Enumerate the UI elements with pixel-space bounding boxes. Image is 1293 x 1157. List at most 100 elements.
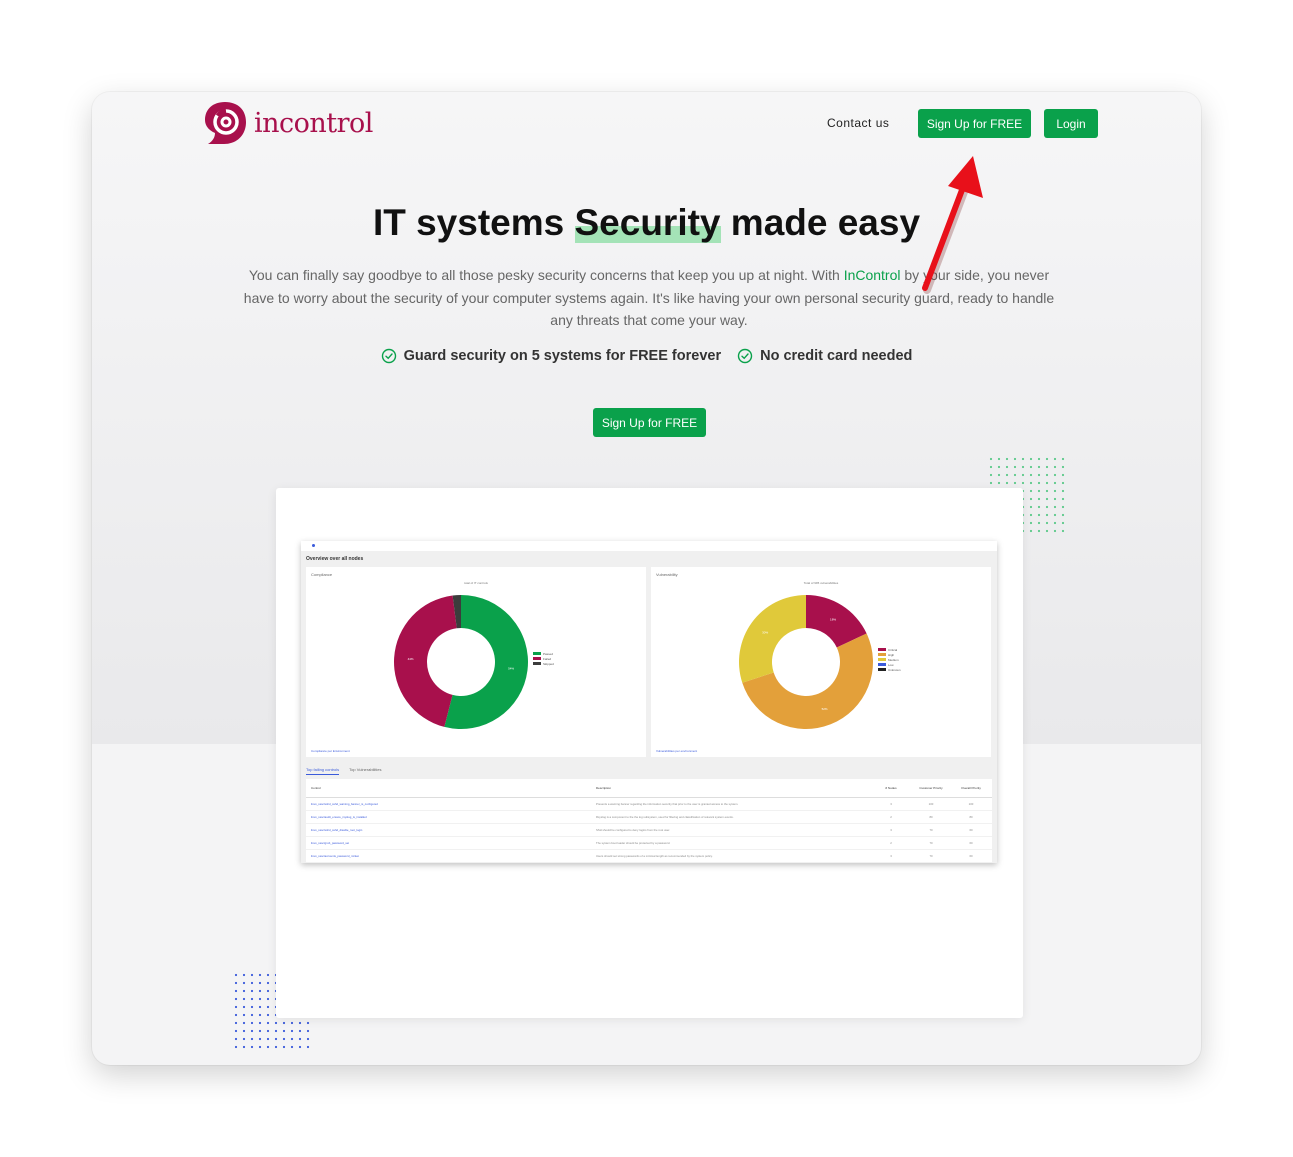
- cell-nodes: 3: [890, 828, 892, 832]
- cell-overall-priority: 60: [969, 828, 973, 832]
- pattern-dot: [290, 1037, 294, 1041]
- pattern-dot: [242, 989, 246, 993]
- cell-control[interactable]: linux_sssc/audit_ensure_rsyslog_is_insta…: [306, 815, 596, 819]
- compliance-footer-link[interactable]: Compliance per Environment: [311, 749, 350, 753]
- feature-item: No credit card needed: [737, 348, 912, 364]
- dashboard-preview: Overview over all nodes Compliance total…: [301, 541, 997, 863]
- legend-label: Passed: [543, 651, 554, 656]
- legend-swatch: [533, 652, 541, 655]
- pattern-dot: [1045, 529, 1049, 533]
- hero-desc-pre: You can finally say goodbye to all those…: [248, 267, 844, 283]
- pattern-dot: [997, 465, 1001, 469]
- check-circle-icon: [737, 348, 753, 364]
- dashboard-topbar: [301, 541, 997, 551]
- pattern-dot: [1053, 489, 1057, 493]
- cell-customer-priority: 100: [928, 802, 934, 806]
- hero-title-pre: IT systems: [372, 202, 575, 243]
- table-row[interactable]: linux_sssc/sshd_sshd_warning_banner_is_c…: [306, 798, 992, 811]
- annotation-arrow-icon: [922, 156, 983, 294]
- table-row[interactable]: linux_sssc/accounts_password_minlen User…: [306, 850, 992, 863]
- pattern-dot: [1029, 481, 1033, 485]
- pattern-dot: [242, 1045, 246, 1049]
- vulnerability-label: Vulnerability: [656, 572, 678, 577]
- tab-top-vulnerabilities[interactable]: Top Vulnerabilities: [349, 767, 381, 775]
- vulnerability-footer-link[interactable]: Vulnerabilities per environment: [656, 749, 697, 753]
- pattern-dot: [258, 1037, 262, 1041]
- legend-swatch: [878, 648, 886, 651]
- header-nodes[interactable]: # Nodes: [871, 786, 911, 790]
- pattern-dot: [274, 1021, 278, 1025]
- pattern-dot: [258, 1013, 262, 1017]
- legend-item: Unknown: [878, 667, 901, 672]
- contact-us-link[interactable]: Contact us: [827, 116, 889, 130]
- header-overall-priority[interactable]: Overall Priority: [951, 786, 991, 790]
- cell-description: The system boot loader should be protect…: [596, 841, 671, 845]
- pattern-dot: [242, 981, 246, 985]
- pattern-dot: [258, 981, 262, 985]
- cell-control[interactable]: linux_sssc/sshd_sshd_disable_root_login: [306, 828, 596, 832]
- pattern-dot: [1029, 521, 1033, 525]
- pattern-dot: [306, 1029, 310, 1033]
- brand-logo-icon: [205, 102, 246, 144]
- cell-control[interactable]: linux_sssc/grub_password_set: [306, 841, 596, 845]
- legend-label: Skipped: [543, 661, 554, 666]
- table-row[interactable]: linux_sssc/audit_ensure_rsyslog_is_insta…: [306, 811, 992, 824]
- brand-logo[interactable]: incontrol: [202, 100, 373, 146]
- pattern-dot: [298, 1021, 302, 1025]
- legend-swatch: [878, 668, 886, 671]
- cell-customer-priority: 70: [929, 841, 933, 845]
- slice-value-label: 52%: [822, 707, 828, 711]
- header-control[interactable]: Control: [306, 786, 596, 790]
- pattern-dot: [1037, 473, 1041, 477]
- feature-list: Guard security on 5 systems for FREE for…: [92, 348, 1201, 364]
- header-customer-priority[interactable]: Customer Priority: [911, 786, 951, 790]
- pattern-dot: [298, 1045, 302, 1049]
- pattern-dot: [1061, 465, 1065, 469]
- pattern-dot: [242, 997, 246, 1001]
- legend-swatch: [533, 657, 541, 660]
- pattern-dot: [258, 1021, 262, 1025]
- cell-nodes: 3: [890, 802, 892, 806]
- pattern-dot: [242, 973, 246, 977]
- cell-customer-priority: 70: [929, 828, 933, 832]
- pattern-dot: [1037, 529, 1041, 533]
- pattern-dot: [250, 1045, 254, 1049]
- pattern-dot: [266, 1037, 270, 1041]
- pattern-dot: [1061, 489, 1065, 493]
- pattern-dot: [258, 997, 262, 1001]
- pattern-dot: [234, 1045, 238, 1049]
- pattern-dot: [266, 1005, 270, 1009]
- pattern-dot: [298, 1029, 302, 1033]
- tab-top-failing-controls[interactable]: Top failing controls: [306, 767, 340, 775]
- compliance-subtitle: total of IT controls: [464, 581, 488, 585]
- cell-control[interactable]: linux_sssc/accounts_password_minlen: [306, 854, 596, 858]
- pattern-dot: [282, 1037, 286, 1041]
- legend-label: High: [888, 652, 895, 657]
- pattern-dot: [989, 465, 993, 469]
- pattern-dot: [1029, 505, 1033, 509]
- pattern-dot: [1029, 473, 1033, 477]
- cell-control[interactable]: linux_sssc/sshd_sshd_warning_banner_is_c…: [306, 802, 596, 806]
- table-row[interactable]: linux_sssc/grub_password_set The system …: [306, 837, 992, 850]
- hero-desc-brand[interactable]: InControl: [844, 267, 901, 283]
- table-row[interactable]: linux_sssc/sshd_sshd_disable_root_login …: [306, 824, 992, 837]
- pattern-dot: [266, 1045, 270, 1049]
- header-description[interactable]: Description: [596, 786, 871, 790]
- hero-signup-button[interactable]: Sign Up for FREE: [593, 408, 706, 437]
- pattern-dot: [1053, 473, 1057, 477]
- pattern-dot: [1061, 505, 1065, 509]
- pattern-dot: [282, 1029, 286, 1033]
- vulnerability-donut-chart: 18% 52% 30%: [739, 595, 873, 729]
- cell-description: SSH should be configured to deny logins …: [596, 828, 671, 832]
- cell-overall-priority: 60: [969, 841, 973, 845]
- pattern-dot: [250, 1013, 254, 1017]
- pattern-dot: [1029, 497, 1033, 501]
- login-button[interactable]: Login: [1044, 109, 1098, 138]
- vulnerability-legend: Critical High Medium Low Unknown: [878, 647, 901, 672]
- nav-signup-button[interactable]: Sign Up for FREE: [918, 109, 1031, 138]
- pattern-dot: [1053, 529, 1057, 533]
- pattern-dot: [242, 1029, 246, 1033]
- pattern-dot: [290, 1045, 294, 1049]
- pattern-dot: [306, 1037, 310, 1041]
- pattern-dot: [1029, 529, 1033, 533]
